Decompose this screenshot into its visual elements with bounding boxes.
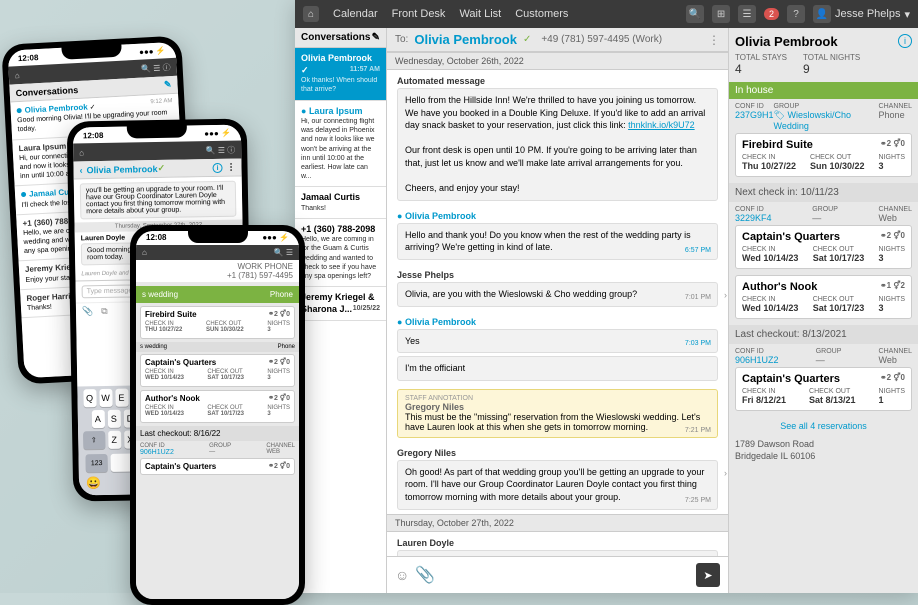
status-icons: ●●● ⚡ [139, 46, 166, 56]
date-divider: Wednesday, October 26th, 2022 [387, 52, 728, 70]
nights-value: 9 [803, 62, 860, 76]
conversation-item[interactable]: Jeremy Kriegel & Sharona J...10/25/22 [295, 287, 386, 321]
sender-gregory: Gregory Niles [397, 446, 718, 460]
last-checkout: Last checkout: 8/13/2021 [729, 325, 918, 344]
conversations-column: Conversations✎ Olivia Pembrook ✓11:57 AM… [295, 28, 387, 593]
chat-column: To: Olivia Pembrook ✓ +49 (781) 597-4495 … [387, 28, 728, 593]
room-card[interactable]: Captain's Quarters⚭2 ⚥0CHECK INWed 10/14… [735, 225, 912, 269]
nav-calendar[interactable]: Calendar [333, 8, 378, 20]
channel: Phone [270, 290, 293, 299]
notification-badge[interactable]: 2 [764, 8, 779, 20]
attach-icon[interactable]: 📎 [415, 565, 435, 585]
help-icon[interactable]: ? [787, 5, 805, 23]
sender-olivia: Olivia Pembrook [405, 317, 476, 327]
more-icon[interactable]: ⋮ [226, 162, 235, 173]
message-bubble: Oh good! As part of that wedding group y… [397, 460, 718, 510]
stays-value: 4 [735, 62, 787, 76]
nights-label: TOTAL NIGHTS [803, 53, 860, 62]
work-phone: +1 (781) 597-4495 [142, 271, 293, 280]
calc-icon[interactable]: ⊞ [712, 5, 730, 23]
home-icon[interactable]: ⌂ [15, 71, 20, 80]
contact-phone: +49 (781) 597-4495 (Work) [541, 34, 662, 45]
conf-id[interactable]: 237G9H1 [735, 110, 774, 120]
compose-icon[interactable]: ✎ [372, 32, 380, 43]
contact-name[interactable]: Olivia Pembrook [86, 164, 157, 175]
message-bubble: Yes7:03 PM [397, 329, 718, 354]
room-card[interactable]: Firebird Suite⚭2 ⚥0CHECK INThu 10/27/22C… [140, 306, 295, 339]
conversation-item[interactable]: +1 (360) 788-2098Hello, we are coming in… [295, 219, 386, 287]
conversations-title: Conversations [301, 32, 370, 43]
reservation-link[interactable]: thnklnk.io/k9U72 [628, 120, 695, 130]
conversation-item[interactable]: Olivia Pembrook ✓11:57 AMOk thanks! When… [295, 48, 386, 101]
chat-header: To: Olivia Pembrook ✓ +49 (781) 597-4495 … [387, 28, 728, 52]
group-link[interactable]: Wieslowski/Cho Wedding [774, 110, 851, 131]
back-icon[interactable]: ‹ [79, 165, 82, 175]
send-button[interactable]: ➤ [696, 563, 720, 587]
status-time: 12:08 [18, 53, 39, 63]
room-card[interactable]: Firebird Suite⚭2 ⚥0CHECK INThu 10/27/22C… [735, 133, 912, 177]
guest-name: Olivia Pembrook [735, 34, 912, 49]
search-icon[interactable]: 🔍 [686, 5, 704, 23]
channel: Phone [879, 110, 905, 120]
last-checkout: Last checkout: 8/16/22 [136, 426, 299, 441]
chat-body[interactable]: Wednesday, October 26th, 2022 Automated … [387, 52, 728, 556]
see-all-link[interactable]: See all 4 reservations [735, 417, 912, 435]
sender-jesse: Jesse Phelps [397, 268, 718, 282]
chat-input-bar: ☺ 📎 ➤ [387, 556, 728, 593]
nav-waitlist[interactable]: Wait List [459, 8, 501, 20]
room-card[interactable]: Captain's Quarters⚭2 ⚥0CHECK INFri 8/12/… [735, 367, 912, 411]
status-wedding: s wedding [142, 290, 178, 299]
sender-automated: Automated message [397, 74, 718, 88]
next-checkin: Next check in: 10/11/23 [729, 183, 918, 202]
message-bubble: I'm the officiant [397, 356, 718, 381]
status-time: 12:08 [83, 130, 104, 139]
status-time: 12:08 [146, 233, 166, 242]
contact-name[interactable]: Olivia Pembrook [414, 32, 517, 47]
attach-icon[interactable]: 📎 [82, 306, 93, 317]
top-nav: ⌂ Calendar Front Desk Wait List Customer… [295, 0, 918, 28]
home-icon[interactable]: ⌂ [303, 6, 319, 22]
template-icon[interactable]: ⧉ [101, 306, 108, 317]
message-bubble: Olivia, are you with the Wieslowski & Ch… [397, 282, 718, 307]
message-bubble: Hello and thank you! Do you know when th… [397, 223, 718, 260]
room-card[interactable]: Author's Nook⚭1 ⚥2CHECK INWed 10/14/23CH… [735, 275, 912, 319]
emoji-icon[interactable]: ☺ [395, 567, 409, 583]
message-bubble: Hello from the Hillside Inn! We're thril… [397, 88, 718, 201]
list-icon[interactable]: ☰ [738, 5, 756, 23]
desktop-app: ⌂ Calendar Front Desk Wait List Customer… [295, 0, 918, 593]
conf-id[interactable]: 3229KF4 [735, 213, 772, 223]
conversations-title: Conversations [15, 84, 78, 97]
room-card[interactable]: Captain's Quarters⚭2 ⚥0CHECK INWed 10/14… [140, 354, 295, 387]
home-icon[interactable]: ⌂ [142, 248, 147, 257]
compose-icon[interactable]: ✎ [164, 79, 172, 90]
nav-customers[interactable]: Customers [515, 8, 568, 20]
date-divider: Thursday, October 27th, 2022 [387, 514, 728, 532]
message-bubble: Good morning Olivia! I'll be upgrading y… [397, 550, 718, 557]
room-card[interactable]: Author's Nook⚭2 ⚥0CHECK INWed 10/14/23CH… [140, 390, 295, 423]
message-bubble: you'll be getting an upgrade to your roo… [80, 181, 237, 220]
verified-icon: ✓ [523, 34, 531, 45]
staff-annotation: STAFF ANNOTATIONGregory NilesThis must b… [397, 389, 718, 438]
conf-id[interactable]: 906H1UZ2 [735, 355, 779, 365]
nav-frontdesk[interactable]: Front Desk [392, 8, 446, 20]
home-icon[interactable]: ⌂ [79, 148, 84, 157]
phone-mockup-3: 12:08●●● ⚡ ⌂🔍 ☰ WORK PHONE+1 (781) 597-4… [130, 225, 305, 605]
conversation-item[interactable]: ● Laura IpsumHi, our connecting flight w… [295, 101, 386, 187]
user-menu[interactable]: 👤Jesse Phelps ▾ [813, 5, 910, 23]
conversation-item[interactable]: Jamaal CurtisThanks! [295, 187, 386, 219]
stays-label: TOTAL STAYS [735, 53, 787, 62]
guest-address: 1789 Dawson RoadBridgedale IL 60106 [735, 435, 912, 466]
sender-lauren: Lauren Doyle [397, 536, 718, 550]
sender-olivia: Olivia Pembrook [405, 211, 476, 221]
info-icon[interactable]: i [212, 162, 222, 172]
more-icon[interactable]: ⋮ [708, 33, 720, 47]
icons[interactable]: 🔍 ☰ ⓘ [141, 62, 171, 75]
guest-panel: i Olivia Pembrook TOTAL STAYS4 TOTAL NIG… [728, 28, 918, 593]
status-in-house: In house [729, 82, 918, 99]
info-icon[interactable]: i [898, 34, 912, 48]
room-card[interactable]: Captain's Quarters⚭2 ⚥0 [140, 458, 295, 475]
work-phone-label: WORK PHONE [142, 262, 293, 271]
to-label: To: [395, 34, 408, 45]
